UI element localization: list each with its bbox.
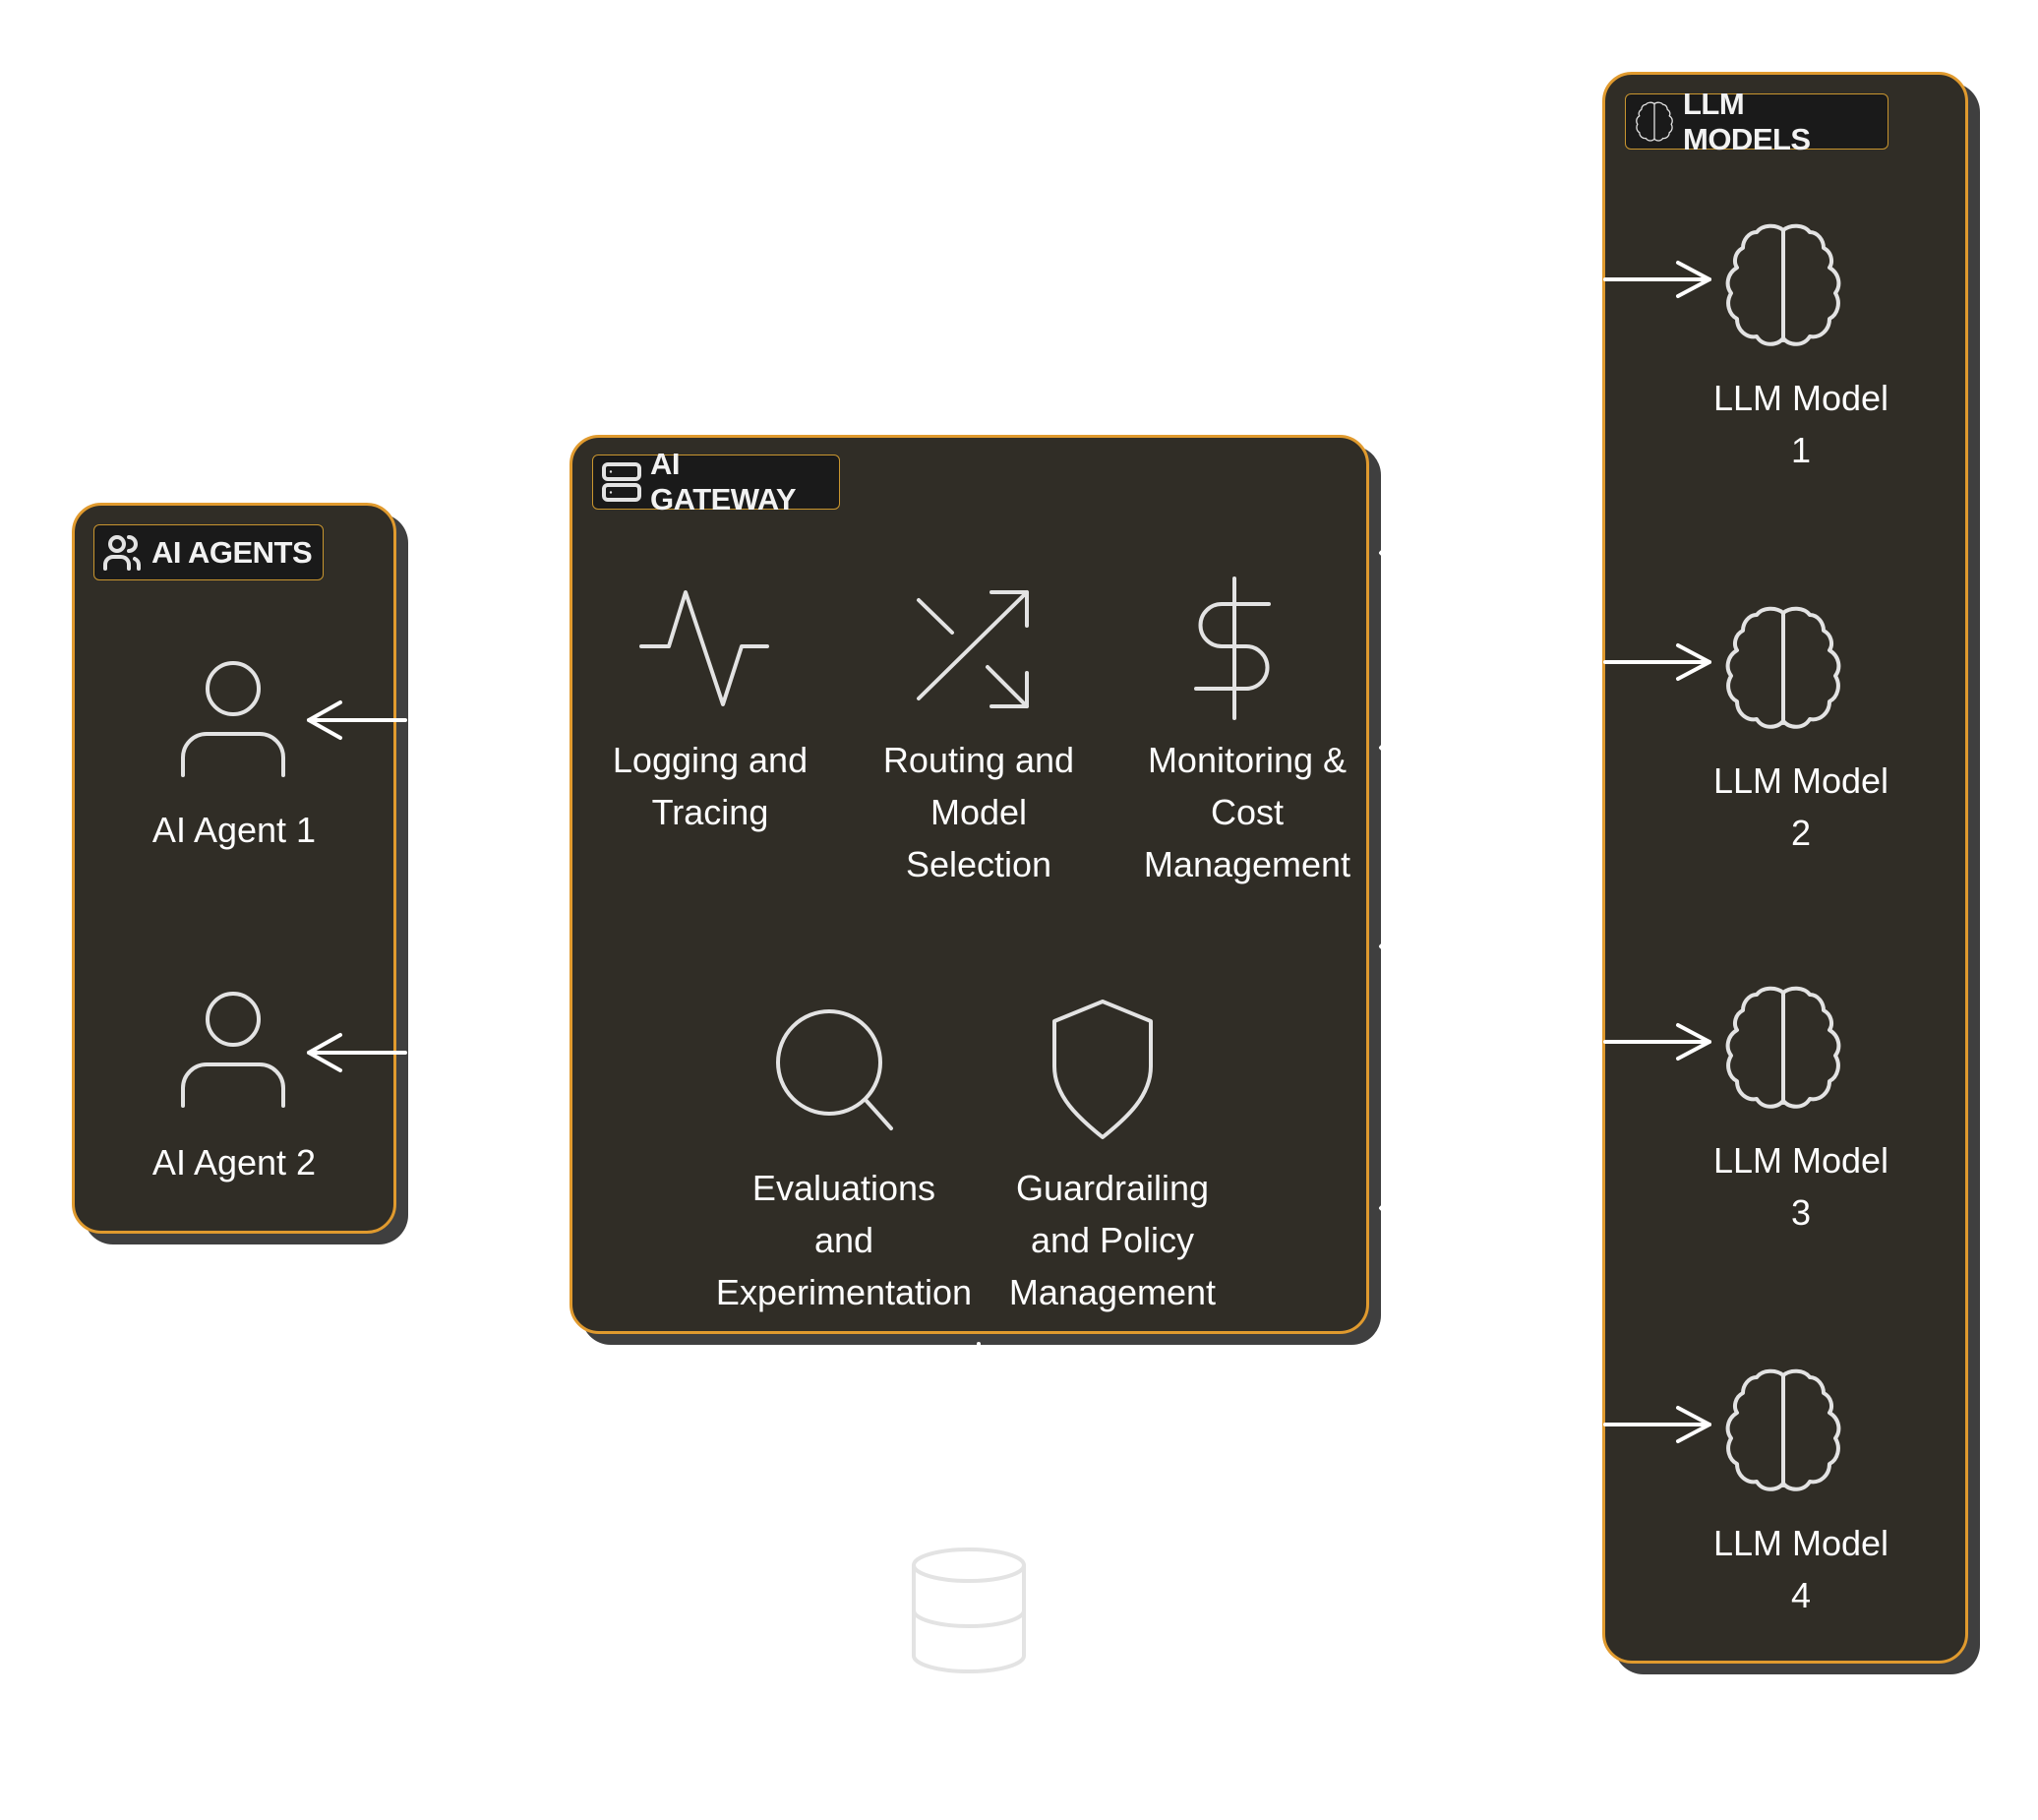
- llm-models-group: [1602, 72, 1968, 1664]
- feature-label: Logging and Tracing: [612, 740, 809, 832]
- user-icon: [181, 992, 285, 1108]
- ai-gateway-title-badge: AI GATEWAY: [592, 447, 840, 516]
- agent-label: AI Agent 2: [151, 1142, 317, 1183]
- gateway-edge-stub: [1379, 545, 1389, 1216]
- llm-model-label: LLM Model 2: [1712, 760, 1889, 853]
- feature-label: Routing and Model Selection: [882, 740, 1075, 884]
- llm-model-label: LLM Model 4: [1712, 1523, 1889, 1615]
- feature-label: Evaluations and Experimentation: [715, 1168, 973, 1312]
- search-icon: [776, 1009, 893, 1130]
- ai-agents-title: AI AGENTS: [151, 534, 313, 570]
- user-icon: [181, 661, 285, 777]
- shield-icon: [1052, 1000, 1153, 1139]
- llm-models-title: LLM MODELS: [1683, 86, 1811, 156]
- database-icon: [912, 1547, 1026, 1673]
- feature-label: Monitoring & Cost Management: [1143, 740, 1351, 884]
- server-icon: [602, 462, 641, 502]
- feature-label: Guardrailing and Policy Management: [1008, 1168, 1217, 1312]
- dollar-icon: [1194, 576, 1271, 720]
- brain-icon: [1636, 101, 1673, 142]
- shuffle-icon: [917, 590, 1029, 708]
- llm-model-label: LLM Model 3: [1712, 1140, 1889, 1233]
- ai-agents-title-badge: AI AGENTS: [93, 524, 324, 580]
- ai-agents-group: [72, 503, 396, 1234]
- users-icon: [103, 534, 141, 571]
- agent-label: AI Agent 1: [151, 810, 317, 850]
- llm-model-label: LLM Model 1: [1712, 378, 1889, 470]
- llm-models-title-badge: LLM MODELS: [1625, 87, 1888, 156]
- activity-icon: [639, 590, 769, 706]
- ai-gateway-title: AI GATEWAY: [650, 447, 797, 516]
